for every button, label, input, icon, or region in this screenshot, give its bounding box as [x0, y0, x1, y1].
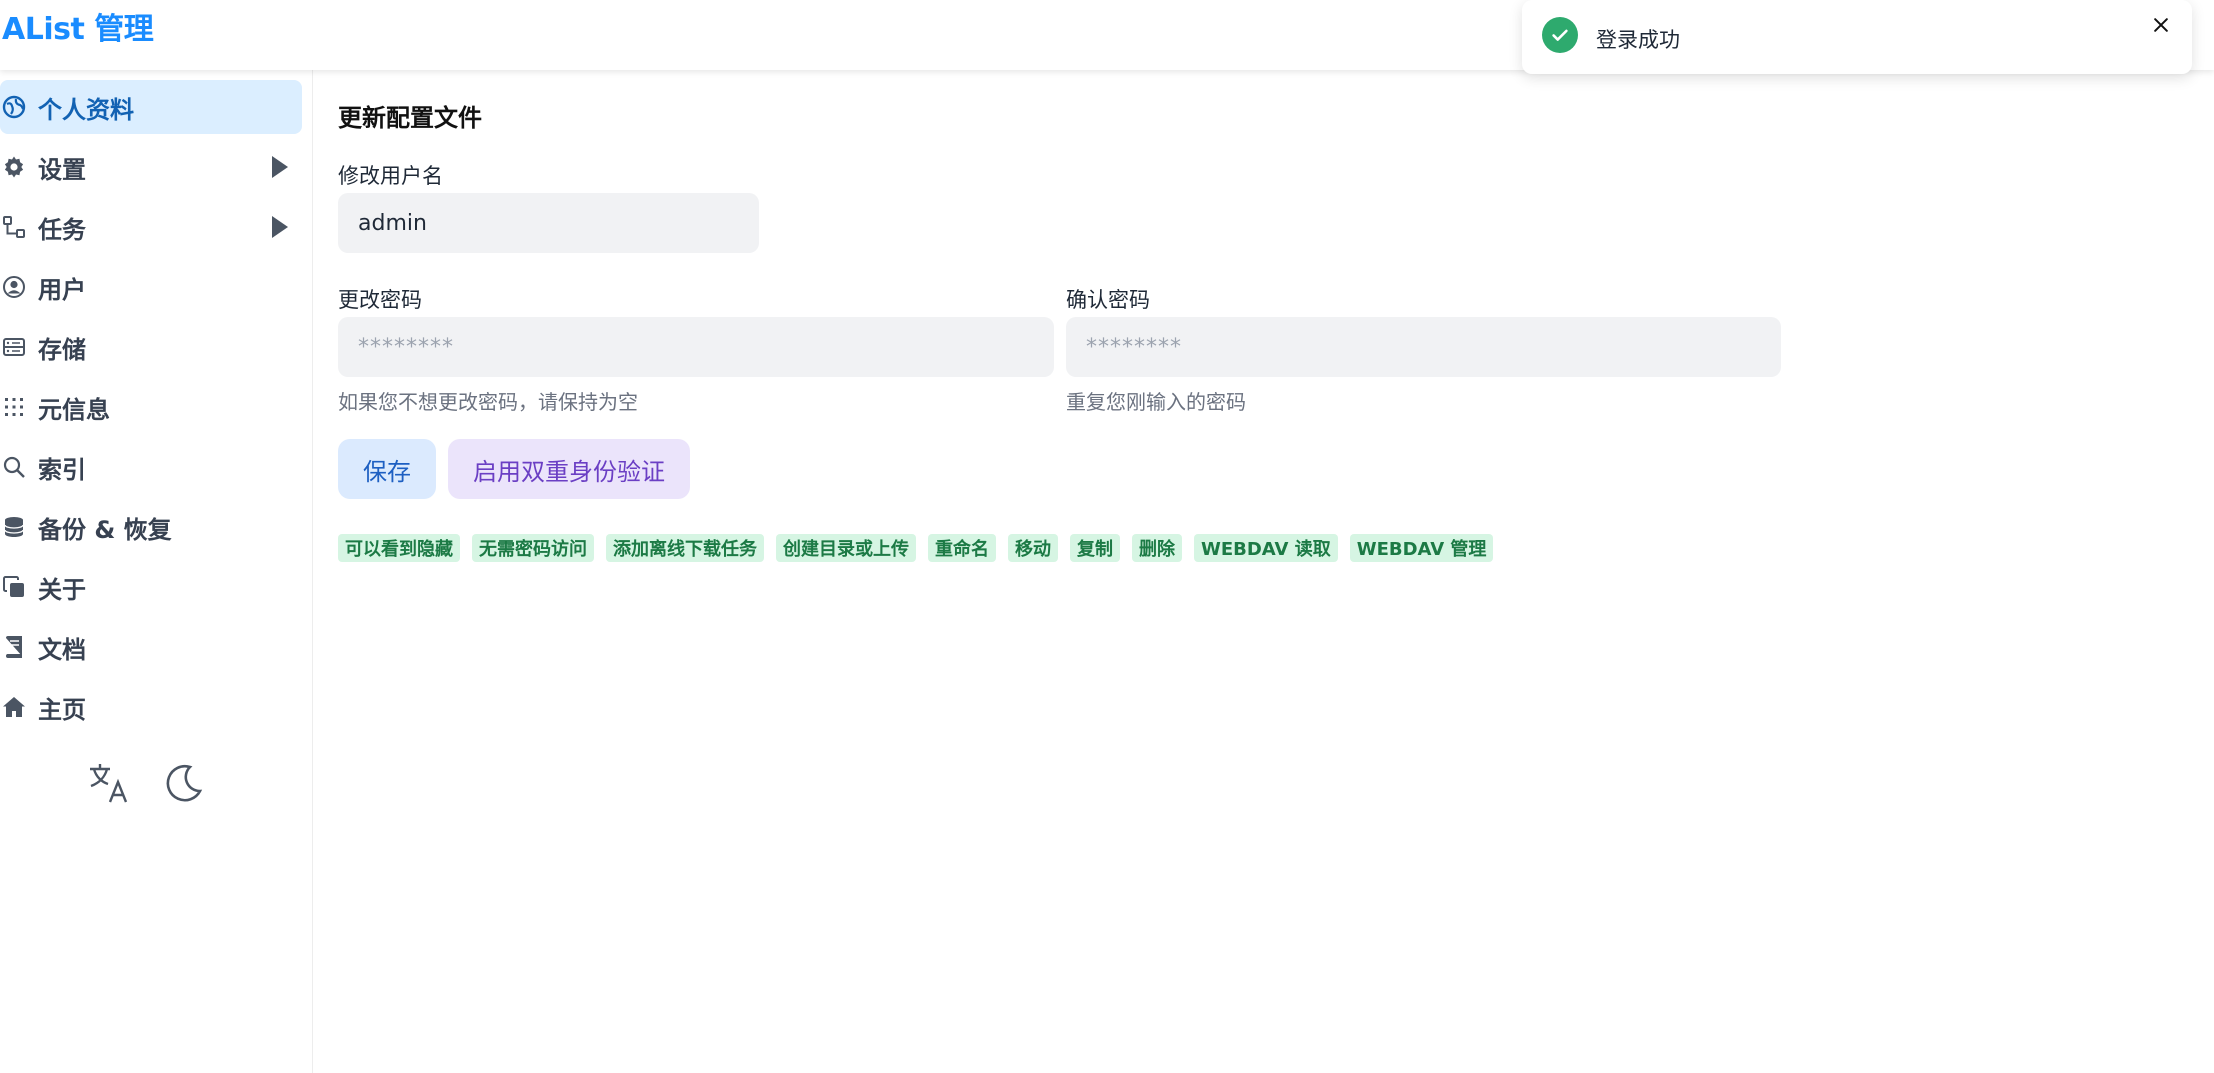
password-helper-text: 如果您不想更改密码，请保持为空: [338, 390, 638, 414]
username-label: 修改用户名: [338, 164, 443, 188]
tasks-icon: [1, 214, 27, 240]
book-icon: [1, 634, 27, 660]
sidebar-item-label: 存储: [38, 335, 86, 364]
page-title: 更新配置文件: [338, 104, 482, 132]
storage-icon: [1, 334, 27, 360]
permission-badge: 添加离线下载任务: [606, 534, 764, 562]
sidebar: 个人资料 设置 任务 用户 存储 元信息 索引 备份 & 恢复 关于 文档 主页: [0, 70, 313, 1073]
username-input[interactable]: [338, 193, 759, 253]
sidebar-item-label: 个人资料: [38, 95, 134, 124]
confirm-password-input[interactable]: [1066, 317, 1781, 377]
translate-icon[interactable]: [86, 760, 132, 806]
permission-badge: WEBDAV 读取: [1194, 534, 1338, 562]
permission-badge: 可以看到隐藏: [338, 534, 460, 562]
toast-message: 登录成功: [1596, 28, 1680, 52]
permission-badge: 移动: [1008, 534, 1058, 562]
sidebar-item-label: 关于: [38, 575, 86, 604]
sidebar-item-docs[interactable]: 文档: [0, 620, 302, 674]
meta-icon: [1, 394, 27, 420]
home-icon: [1, 694, 27, 720]
confirm-password-helper-text: 重复您刚输入的密码: [1066, 390, 1246, 414]
sidebar-item-label: 主页: [38, 695, 86, 724]
success-toast: 登录成功: [1522, 0, 2192, 74]
permission-badge: WEBDAV 管理: [1349, 534, 1494, 562]
permission-badge: 创建目录或上传: [776, 534, 916, 562]
check-circle-icon: [1542, 17, 1578, 53]
save-button[interactable]: 保存: [338, 439, 436, 499]
permission-badge: 复制: [1070, 534, 1120, 562]
confirm-password-label: 确认密码: [1066, 288, 1150, 312]
sidebar-item-tasks[interactable]: 任务: [0, 200, 302, 254]
app-title[interactable]: AList 管理: [2, 4, 154, 48]
gear-icon: [1, 154, 27, 180]
expand-arrow-icon[interactable]: [272, 216, 288, 238]
permission-badge: 无需密码访问: [472, 534, 594, 562]
sidebar-item-users[interactable]: 用户: [0, 260, 302, 314]
password-label: 更改密码: [338, 288, 422, 312]
sidebar-item-about[interactable]: 关于: [0, 560, 302, 614]
permission-badge: 删除: [1132, 534, 1182, 562]
sidebar-item-label: 文档: [38, 635, 86, 664]
search-icon: [1, 454, 27, 480]
sidebar-item-backup[interactable]: 备份 & 恢复: [0, 500, 302, 554]
sidebar-bottom-toolbar: [86, 760, 206, 806]
sidebar-item-label: 元信息: [38, 395, 110, 424]
sidebar-item-label: 设置: [38, 155, 86, 184]
sidebar-item-profile[interactable]: 个人资料: [0, 80, 302, 134]
password-input[interactable]: [338, 317, 1054, 377]
profile-form: 更新配置文件 修改用户名 更改密码 如果您不想更改密码，请保持为空 确认密码 重…: [338, 70, 2188, 1070]
sidebar-item-home[interactable]: 主页: [0, 680, 302, 734]
sidebar-item-label: 索引: [38, 455, 86, 484]
sidebar-item-settings[interactable]: 设置: [0, 140, 302, 194]
moon-icon[interactable]: [160, 760, 206, 806]
user-icon: [1, 274, 27, 300]
permission-badge: 重命名: [928, 534, 996, 562]
permission-badges: 可以看到隐藏 无需密码访问 添加离线下载任务 创建目录或上传 重命名 移动 复制…: [338, 534, 1494, 562]
sidebar-item-storage[interactable]: 存储: [0, 320, 302, 374]
close-icon[interactable]: [2146, 10, 2176, 40]
enable-2fa-button[interactable]: 启用双重身份验证: [448, 439, 690, 499]
sidebar-item-label: 用户: [38, 275, 86, 304]
sidebar-item-meta[interactable]: 元信息: [0, 380, 302, 434]
sidebar-item-label: 任务: [38, 215, 86, 244]
sidebar-item-index[interactable]: 索引: [0, 440, 302, 494]
about-icon: [1, 574, 27, 600]
expand-arrow-icon[interactable]: [272, 156, 288, 178]
database-icon: [1, 514, 27, 540]
profile-icon: [1, 94, 27, 120]
sidebar-item-label: 备份 & 恢复: [38, 515, 172, 544]
